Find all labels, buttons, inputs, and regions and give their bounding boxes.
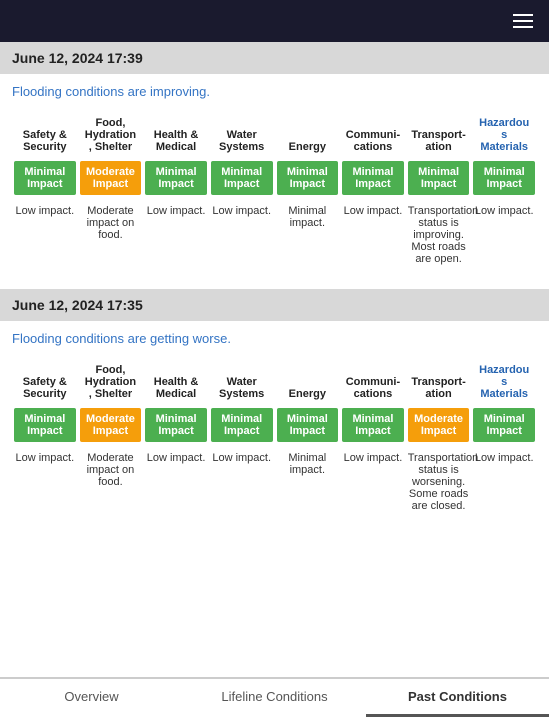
badge-cell-6: MinimalImpact bbox=[406, 157, 472, 199]
app-container: June 12, 2024 17:39Flooding conditions a… bbox=[0, 0, 549, 586]
section-header-section2: June 12, 2024 17:35 bbox=[0, 289, 549, 321]
minimal-impact-badge: MinimalImpact bbox=[342, 408, 404, 442]
col-header-5: Communi-cations bbox=[340, 113, 406, 157]
desc-cell-4: Minimal impact. bbox=[275, 199, 341, 269]
desc-cell-4: Minimal impact. bbox=[275, 446, 341, 516]
col-header-7: HazardousMaterials bbox=[471, 360, 537, 404]
badge-cell-7: MinimalImpact bbox=[471, 157, 537, 199]
moderate-impact-badge: ModerateImpact bbox=[80, 161, 142, 195]
col-header-3: WaterSystems bbox=[209, 113, 275, 157]
minimal-impact-badge: MinimalImpact bbox=[277, 161, 339, 195]
minimal-impact-badge: MinimalImpact bbox=[473, 408, 535, 442]
col-header-5: Communi-cations bbox=[340, 360, 406, 404]
minimal-impact-badge: MinimalImpact bbox=[14, 161, 76, 195]
badge-cell-3: MinimalImpact bbox=[209, 404, 275, 446]
desc-cell-2: Low impact. bbox=[143, 199, 209, 269]
tab-overview[interactable]: Overview bbox=[0, 679, 183, 717]
section-body-section1: Flooding conditions are improving. Safety… bbox=[0, 74, 549, 289]
col-header-6: Transport-ation bbox=[406, 360, 472, 404]
tab-past[interactable]: Past Conditions bbox=[366, 679, 549, 717]
desc-cell-3: Low impact. bbox=[209, 446, 275, 516]
impact-table-section2: Safety &SecurityFood,Hydration, ShelterH… bbox=[12, 360, 537, 516]
badge-cell-0: MinimalImpact bbox=[12, 404, 78, 446]
minimal-impact-badge: MinimalImpact bbox=[145, 408, 207, 442]
minimal-impact-badge: MinimalImpact bbox=[211, 161, 273, 195]
badge-cell-2: MinimalImpact bbox=[143, 157, 209, 199]
flooding-text-section1: Flooding conditions are improving. bbox=[12, 84, 537, 99]
badge-cell-5: MinimalImpact bbox=[340, 404, 406, 446]
desc-cell-2: Low impact. bbox=[143, 446, 209, 516]
minimal-impact-badge: MinimalImpact bbox=[473, 161, 535, 195]
flooding-text-section2: Flooding conditions are getting worse. bbox=[12, 331, 537, 346]
impact-table-section1: Safety &SecurityFood,Hydration, ShelterH… bbox=[12, 113, 537, 269]
menu-button[interactable] bbox=[513, 14, 533, 28]
header bbox=[0, 0, 549, 42]
tab-lifeline[interactable]: Lifeline Conditions bbox=[183, 679, 366, 717]
bottom-tabs: OverviewLifeline ConditionsPast Conditio… bbox=[0, 677, 549, 717]
minimal-impact-badge: MinimalImpact bbox=[342, 161, 404, 195]
desc-cell-3: Low impact. bbox=[209, 199, 275, 269]
col-header-4: Energy bbox=[275, 113, 341, 157]
moderate-impact-badge: ModerateImpact bbox=[80, 408, 142, 442]
desc-cell-1: Moderate impact on food. bbox=[78, 446, 144, 516]
minimal-impact-badge: MinimalImpact bbox=[277, 408, 339, 442]
col-header-7: HazardousMaterials bbox=[471, 113, 537, 157]
desc-cell-6: Transportation status is worsening. Some… bbox=[406, 446, 472, 516]
col-header-0: Safety &Security bbox=[12, 113, 78, 157]
desc-cell-5: Low impact. bbox=[340, 446, 406, 516]
minimal-impact-badge: MinimalImpact bbox=[211, 408, 273, 442]
desc-cell-7: Low impact. bbox=[471, 199, 537, 269]
minimal-impact-badge: MinimalImpact bbox=[14, 408, 76, 442]
badge-cell-7: MinimalImpact bbox=[471, 404, 537, 446]
badge-cell-5: MinimalImpact bbox=[340, 157, 406, 199]
desc-cell-7: Low impact. bbox=[471, 446, 537, 516]
badge-cell-1: ModerateImpact bbox=[78, 404, 144, 446]
desc-cell-1: Moderate impact on food. bbox=[78, 199, 144, 269]
badge-cell-6: ModerateImpact bbox=[406, 404, 472, 446]
col-header-4: Energy bbox=[275, 360, 341, 404]
col-header-3: WaterSystems bbox=[209, 360, 275, 404]
section-body-section2: Flooding conditions are getting worse. Sa… bbox=[0, 321, 549, 536]
desc-cell-6: Transportation status is improving. Most… bbox=[406, 199, 472, 269]
badge-cell-4: MinimalImpact bbox=[275, 157, 341, 199]
col-header-2: Health &Medical bbox=[143, 113, 209, 157]
badge-cell-4: MinimalImpact bbox=[275, 404, 341, 446]
moderate-impact-badge: ModerateImpact bbox=[408, 408, 470, 442]
minimal-impact-badge: MinimalImpact bbox=[145, 161, 207, 195]
col-header-1: Food,Hydration, Shelter bbox=[78, 113, 144, 157]
badge-cell-0: MinimalImpact bbox=[12, 157, 78, 199]
desc-cell-0: Low impact. bbox=[12, 446, 78, 516]
col-header-6: Transport-ation bbox=[406, 113, 472, 157]
desc-cell-0: Low impact. bbox=[12, 199, 78, 269]
content-area: June 12, 2024 17:39Flooding conditions a… bbox=[0, 42, 549, 586]
badge-cell-3: MinimalImpact bbox=[209, 157, 275, 199]
desc-cell-5: Low impact. bbox=[340, 199, 406, 269]
col-header-2: Health &Medical bbox=[143, 360, 209, 404]
col-header-1: Food,Hydration, Shelter bbox=[78, 360, 144, 404]
badge-cell-1: ModerateImpact bbox=[78, 157, 144, 199]
badge-cell-2: MinimalImpact bbox=[143, 404, 209, 446]
col-header-0: Safety &Security bbox=[12, 360, 78, 404]
section-header-section1: June 12, 2024 17:39 bbox=[0, 42, 549, 74]
minimal-impact-badge: MinimalImpact bbox=[408, 161, 470, 195]
